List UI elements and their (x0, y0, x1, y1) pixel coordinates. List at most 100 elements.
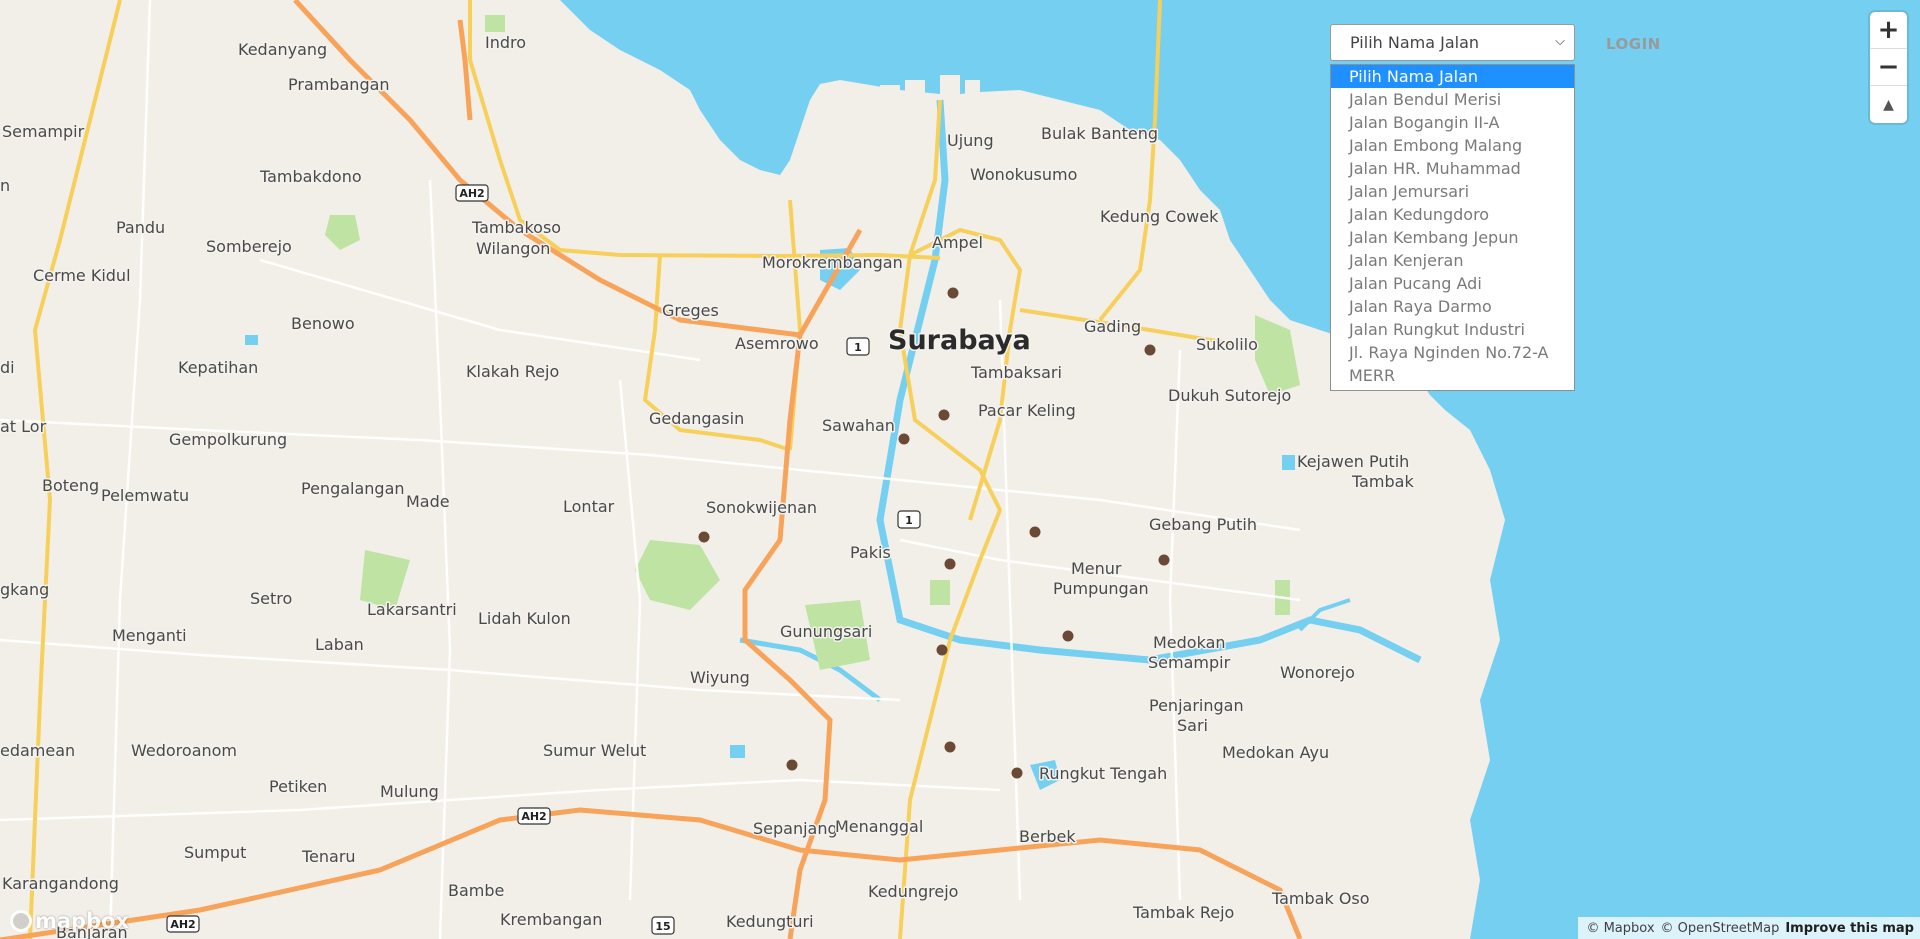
place-label: Ujung (947, 131, 994, 150)
place-label: Benowo (291, 314, 355, 333)
option-jl-raya-nginden[interactable]: Jl. Raya Nginden No.72-A (1331, 341, 1574, 364)
map-marker[interactable] (936, 644, 948, 656)
place-label: edamean (0, 741, 75, 760)
place-label: Menganti (112, 626, 187, 645)
place-label: Berbek (1019, 827, 1076, 846)
place-label: Karangandong (2, 874, 119, 893)
place-label: Tambak (1351, 472, 1414, 491)
map-marker[interactable] (1158, 554, 1170, 566)
place-label: Kejawen Putih (1297, 452, 1409, 471)
place-label: Kedungturi (726, 912, 814, 931)
chevron-down-icon: ⌵ (1555, 34, 1565, 49)
place-label: di (0, 358, 15, 377)
option-jalan-rungkut-industri[interactable]: Jalan Rungkut Industri (1331, 318, 1574, 341)
map-marker[interactable] (1144, 344, 1156, 356)
zoom-out-button[interactable]: − (1870, 49, 1907, 86)
map-marker[interactable] (698, 531, 710, 543)
map-marker[interactable] (786, 759, 798, 771)
map-canvas[interactable]: Kedanyang Indro Prambangan Semampir Tamb… (0, 0, 1920, 939)
shield-label: AH2 (521, 810, 546, 823)
place-label: Medokan Ayu (1222, 743, 1329, 762)
place-label: Asemrowo (735, 334, 819, 353)
option-jalan-raya-darmo[interactable]: Jalan Raya Darmo (1331, 295, 1574, 318)
place-label: Made (406, 492, 450, 511)
place-label: Gempolkurung (169, 430, 287, 449)
place-label: Wonorejo (1280, 663, 1355, 682)
place-label: Bulak Banteng (1041, 124, 1158, 143)
map-marker[interactable] (1029, 526, 1041, 538)
place-label: Tambaksari (970, 363, 1062, 382)
option-jalan-bogangin[interactable]: Jalan Bogangin II-A (1331, 111, 1574, 134)
improve-map-link[interactable]: Improve this map (1785, 921, 1914, 936)
osm-attribution-link[interactable]: © OpenStreetMap (1661, 921, 1780, 936)
mapbox-logo[interactable]: mapbox (10, 909, 129, 933)
street-options-list: Pilih Nama Jalan Jalan Bendul Merisi Jal… (1330, 64, 1575, 391)
place-label: Tambak Oso (1271, 889, 1370, 908)
place-label: Setro (250, 589, 292, 608)
option-jalan-hr-muhammad[interactable]: Jalan HR. Muhammad (1331, 157, 1574, 180)
map-marker[interactable] (1011, 767, 1023, 779)
place-label: Bambe (448, 881, 504, 900)
place-label: Kedung Cowek (1100, 207, 1219, 226)
place-label: Tenaru (301, 847, 356, 866)
place-label: gkang (0, 580, 49, 599)
map-marker[interactable] (1062, 630, 1074, 642)
option-jalan-kenjeran[interactable]: Jalan Kenjeran (1331, 249, 1574, 272)
place-label: Penjaringan (1149, 696, 1244, 715)
city-label: Surabaya (888, 325, 1031, 356)
option-merr[interactable]: MERR (1331, 364, 1574, 387)
map-marker[interactable] (938, 409, 950, 421)
place-label: Lakarsantri (367, 600, 457, 619)
place-label: Menanggal (835, 817, 923, 836)
option-jalan-jemursari[interactable]: Jalan Jemursari (1331, 180, 1574, 203)
shield-label: 15 (655, 920, 670, 933)
mapbox-logo-icon (10, 910, 32, 932)
mapbox-attribution-link[interactable]: © Mapbox (1586, 921, 1654, 936)
place-label: Pumpungan (1053, 579, 1149, 598)
place-label: Wilangon (476, 239, 550, 258)
place-label: Somberejo (206, 237, 292, 256)
place-label: Greges (662, 301, 719, 320)
place-label: Ampel (932, 233, 983, 252)
option-jalan-kembang-jepun[interactable]: Jalan Kembang Jepun (1331, 226, 1574, 249)
option-jalan-kedungdoro[interactable]: Jalan Kedungdoro (1331, 203, 1574, 226)
map-marker[interactable] (944, 558, 956, 570)
place-label: Tambakdono (259, 167, 362, 186)
place-label: Krembangan (500, 910, 602, 929)
place-label: Gebang Putih (1149, 515, 1257, 534)
map-marker[interactable] (947, 287, 959, 299)
place-label: Lidah Kulon (478, 609, 571, 628)
place-label: Petiken (269, 777, 327, 796)
place-label: Tambak Rejo (1132, 903, 1234, 922)
place-label: Tambakoso (471, 218, 561, 237)
place-label: Laban (315, 635, 364, 654)
option-jalan-bendul-merisi[interactable]: Jalan Bendul Merisi (1331, 88, 1574, 111)
place-label: Indro (485, 33, 526, 52)
option-pilih-nama-jalan[interactable]: Pilih Nama Jalan (1331, 65, 1574, 88)
place-label: Sumur Welut (543, 741, 646, 760)
map-marker[interactable] (898, 433, 910, 445)
login-link[interactable]: LOGIN (1606, 35, 1661, 53)
place-label: Rungkut Tengah (1039, 764, 1167, 783)
place-label: Wonokusumo (970, 165, 1077, 184)
place-label: Sonokwijenan (706, 498, 817, 517)
street-name-select[interactable]: Pilih Nama Jalan ⌵ (1330, 24, 1575, 61)
map-marker[interactable] (944, 741, 956, 753)
zoom-in-button[interactable]: + (1870, 12, 1907, 49)
place-label: Pengalangan (301, 479, 405, 498)
option-jalan-pucang-adi[interactable]: Jalan Pucang Adi (1331, 272, 1574, 295)
select-value: Pilih Nama Jalan (1350, 33, 1480, 52)
place-label: Sari (1177, 716, 1208, 735)
place-label: Wedoroanom (131, 741, 237, 760)
place-label: Wiyung (690, 668, 750, 687)
mapbox-logo-text: mapbox (35, 909, 130, 933)
place-label: Pacar Keling (978, 401, 1076, 420)
place-label: Kepatihan (178, 358, 258, 377)
place-label: at Lor (0, 417, 47, 436)
place-label: Gunungsari (780, 622, 872, 641)
option-jalan-embong-malang[interactable]: Jalan Embong Malang (1331, 134, 1574, 157)
compass-button[interactable]: ▲ (1870, 86, 1907, 123)
shield-label: 1 (905, 514, 913, 527)
place-label: Pandu (116, 218, 165, 237)
place-label: Mulung (380, 782, 439, 801)
